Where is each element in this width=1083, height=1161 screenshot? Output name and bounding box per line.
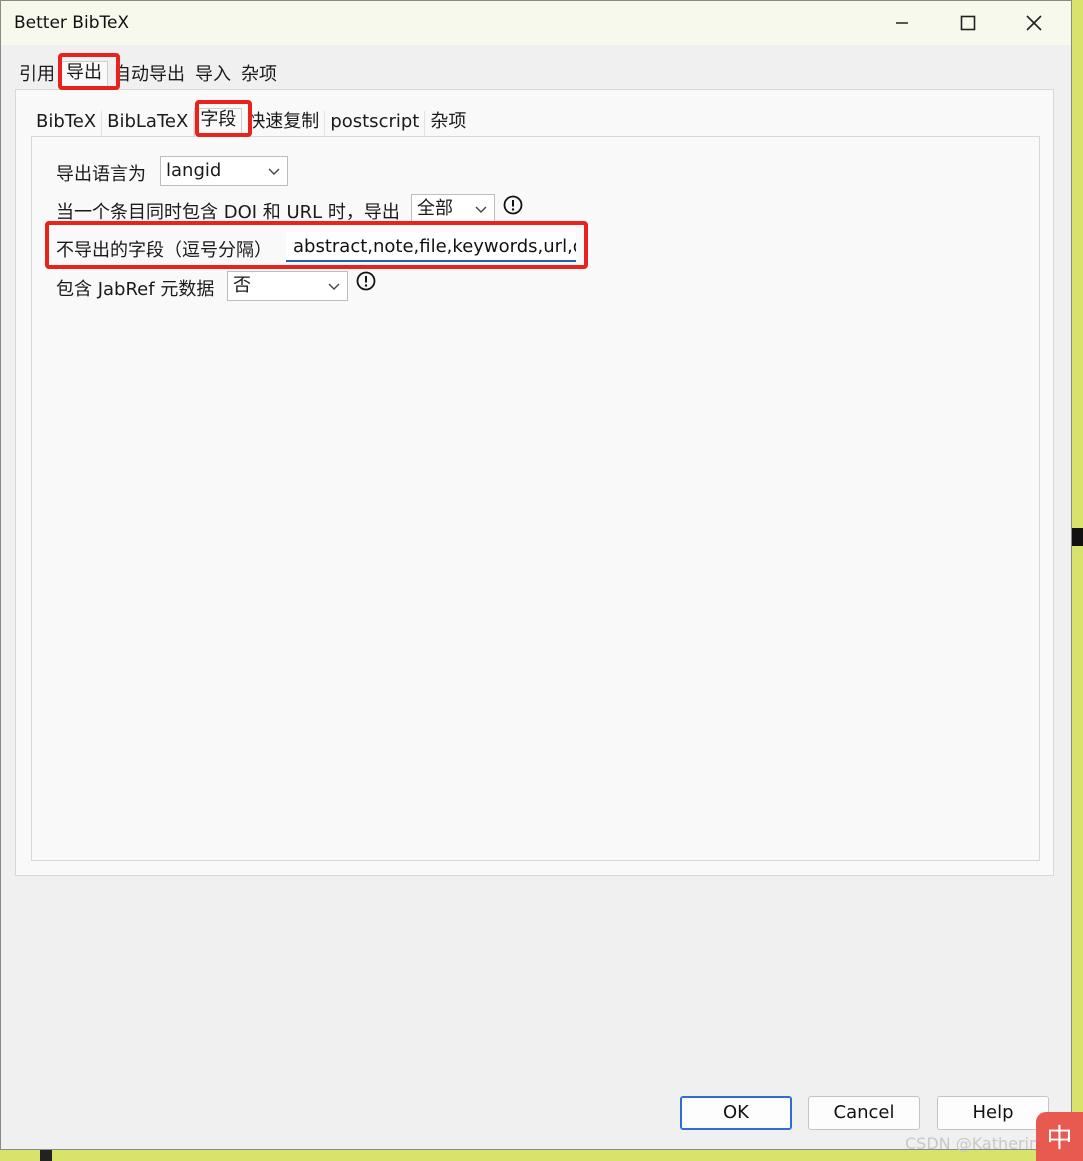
skip-fields-label: 不导出的字段（逗号分隔） — [56, 240, 272, 261]
chevron-down-icon — [268, 168, 280, 175]
ok-button[interactable]: OK — [680, 1096, 792, 1130]
main-tab-bar: 引用 导出 自动导出 导入 杂项 — [14, 58, 282, 90]
doi-url-label: 当一个条目同时包含 DOI 和 URL 时，导出 — [56, 202, 400, 223]
jabref-metadata-label: 包含 JabRef 元数据 — [56, 279, 215, 300]
subtab-bibtex[interactable]: BibTeX — [31, 111, 103, 137]
doi-url-select[interactable]: 全部 — [411, 194, 495, 224]
chevron-down-icon — [475, 206, 487, 213]
close-icon — [1026, 15, 1042, 31]
doi-url-value: 全部 — [417, 198, 453, 219]
window-title: Better BibTeX — [14, 13, 130, 33]
info-icon[interactable] — [503, 195, 523, 215]
export-language-value: langid — [166, 160, 222, 181]
export-language-select[interactable]: langid — [160, 156, 288, 186]
subtab-misc[interactable]: 杂项 — [425, 111, 471, 137]
subtab-postscript[interactable]: postscript — [325, 111, 426, 137]
subtab-biblatex[interactable]: BibLaTeX — [102, 111, 195, 137]
minimize-button[interactable] — [869, 1, 935, 45]
subtab-fields[interactable]: 字段 — [194, 108, 243, 137]
chevron-down-icon — [328, 283, 340, 290]
ime-indicator[interactable]: 中 — [1036, 1112, 1083, 1161]
help-button-label: Help — [972, 1102, 1014, 1123]
tab-import[interactable]: 导入 — [190, 64, 236, 90]
jabref-metadata-value: 否 — [233, 275, 251, 296]
maximize-button[interactable] — [935, 1, 1001, 45]
info-icon[interactable] — [356, 271, 376, 291]
desktop-background-detail — [40, 1150, 52, 1161]
desktop-background-right — [1072, 0, 1083, 1161]
tab-export[interactable]: 导出 — [60, 61, 108, 90]
help-button[interactable]: Help — [937, 1096, 1049, 1130]
jabref-metadata-select[interactable]: 否 — [227, 271, 348, 301]
desktop-background-detail — [1072, 528, 1083, 546]
title-bar[interactable]: Better BibTeX — [1, 1, 1071, 45]
tab-citation[interactable]: 引用 — [14, 64, 60, 90]
tab-misc[interactable]: 杂项 — [236, 64, 282, 90]
maximize-icon — [960, 15, 976, 31]
skip-fields-input[interactable] — [286, 232, 576, 262]
minimize-icon — [896, 22, 908, 24]
close-button[interactable] — [1001, 1, 1067, 45]
cancel-button[interactable]: Cancel — [808, 1096, 920, 1130]
tab-auto-export[interactable]: 自动导出 — [108, 64, 190, 90]
subtab-quick-copy[interactable]: 快速复制 — [242, 111, 326, 137]
export-language-label: 导出语言为 — [56, 164, 146, 185]
export-sub-tab-bar: BibTeX BibLaTeX 字段 快速复制 postscript 杂项 — [31, 103, 471, 137]
